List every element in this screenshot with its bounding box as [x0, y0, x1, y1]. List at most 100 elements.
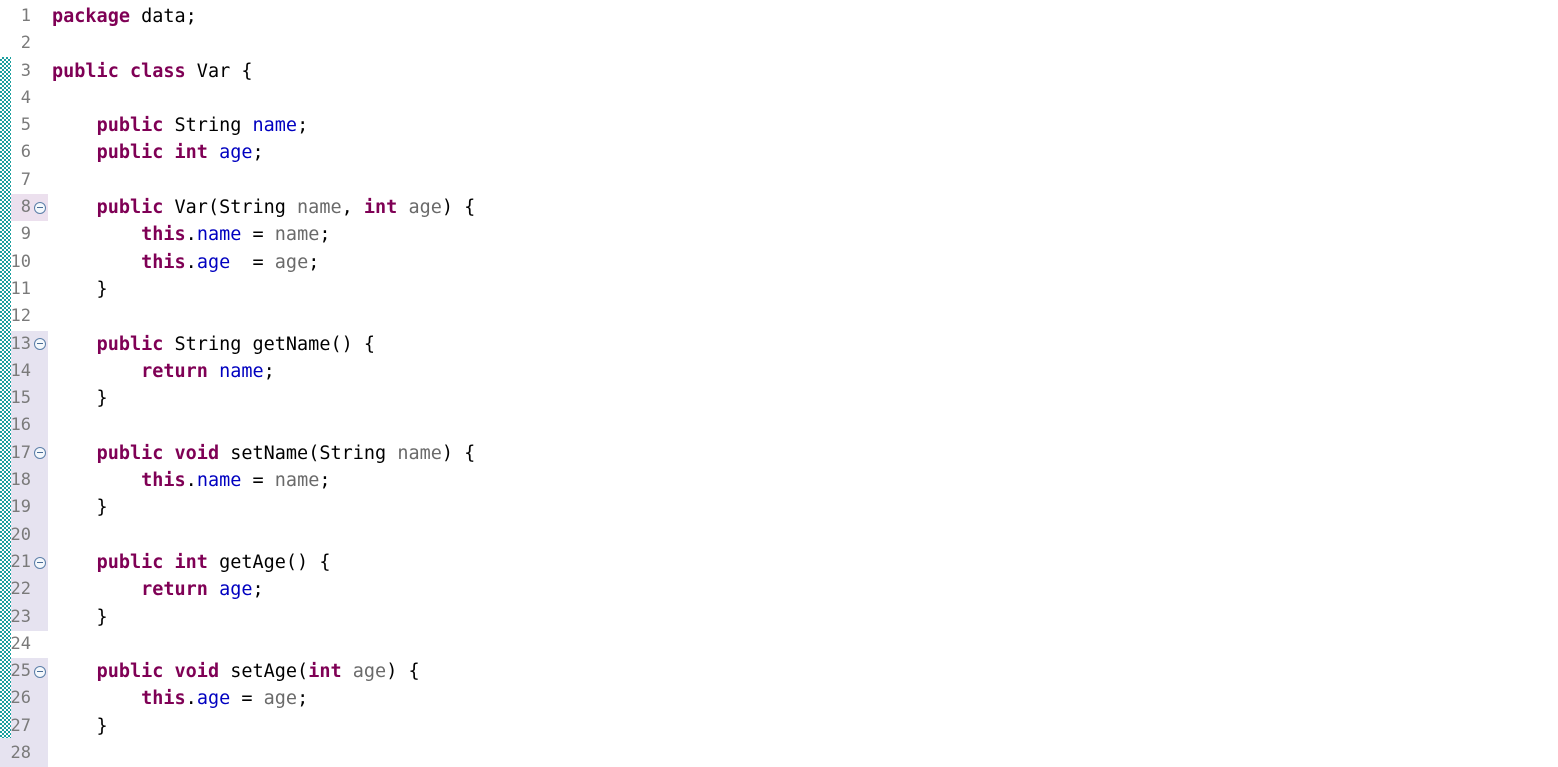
code-token: String — [163, 115, 253, 137]
code-token: Var(String — [163, 197, 298, 219]
code-token: String getName() { — [163, 333, 376, 355]
code-token: public — [52, 60, 119, 82]
code-token: ; — [319, 224, 331, 246]
code-token: . — [185, 251, 197, 273]
line-number-label: 14 — [10, 360, 31, 381]
code-token: ; — [308, 251, 320, 273]
code-text-area[interactable]: package data; public class Var { public … — [48, 0, 1558, 767]
code-line[interactable]: public String name; — [52, 112, 1558, 139]
code-line[interactable]: this.age = age; — [52, 685, 1558, 712]
code-token: ) { — [441, 197, 476, 219]
code-line[interactable]: } — [52, 385, 1558, 412]
line-number-label: 15 — [10, 388, 31, 409]
code-line[interactable]: } — [52, 604, 1558, 631]
line-number-label: 25 — [10, 661, 31, 682]
code-token: , — [341, 197, 364, 219]
line-number-label: 18 — [10, 470, 31, 491]
line-number-label: 11 — [10, 278, 31, 299]
line-number-label: 26 — [10, 688, 31, 709]
line-number-label: 16 — [10, 415, 31, 436]
code-editor[interactable]: 1 2 3 4 5 6 7 8 9 10 11 12 13 14 15 16 17 18 19 20 21 22 23 24 2… — [0, 0, 1558, 767]
code-token: } — [52, 715, 108, 737]
line-number-label: 1 — [20, 6, 31, 26]
code-token: name — [297, 197, 342, 219]
code-line[interactable]: public Var(String name, int age) { — [52, 194, 1558, 221]
code-token: ) { — [386, 661, 420, 683]
code-line[interactable] — [52, 303, 1558, 330]
line-number-label: 27 — [10, 715, 31, 736]
code-line[interactable]: public String getName() { — [52, 331, 1558, 358]
code-line[interactable]: this.name = name; — [52, 467, 1558, 494]
code-line[interactable] — [52, 631, 1558, 658]
code-token: this — [141, 224, 186, 246]
line-number[interactable]: 28 — [0, 740, 48, 767]
code-token: } — [52, 388, 108, 410]
code-token: return — [141, 579, 208, 601]
code-line[interactable]: public void setAge(int age) { — [52, 658, 1558, 685]
code-line[interactable]: package data; — [52, 3, 1558, 30]
line-number-label: 22 — [10, 579, 31, 600]
code-token: getAge() { — [207, 551, 331, 573]
code-token: } — [52, 497, 108, 519]
code-line[interactable] — [52, 412, 1558, 439]
code-line[interactable] — [52, 167, 1558, 194]
code-token: name — [196, 470, 242, 492]
code-token: name — [274, 470, 320, 492]
code-token: = — [241, 470, 275, 492]
code-token: int — [308, 661, 342, 683]
line-number-label: 2 — [20, 33, 31, 54]
code-token: void — [174, 661, 220, 683]
code-token: name — [252, 115, 298, 137]
code-token: = — [241, 224, 275, 246]
change-annotation-bar[interactable] — [0, 57, 11, 738]
code-line[interactable]: public class Var { — [52, 58, 1558, 85]
code-line[interactable] — [52, 30, 1558, 57]
code-token: this — [141, 251, 186, 273]
line-number-label: 28 — [10, 743, 31, 764]
code-line[interactable]: return name; — [52, 358, 1558, 385]
code-token: public — [96, 333, 164, 355]
code-line[interactable] — [52, 522, 1558, 549]
code-line[interactable]: public int getAge() { — [52, 549, 1558, 576]
code-token: name — [196, 224, 242, 246]
line-number-label: 24 — [10, 633, 31, 654]
code-token: } — [52, 278, 108, 300]
code-token: package — [52, 6, 130, 27]
line-number-label: 13 — [10, 333, 31, 354]
code-line[interactable]: public void setName(String name) { — [52, 440, 1558, 467]
line-number[interactable]: 1 — [0, 3, 48, 30]
code-token: ; — [297, 688, 309, 710]
fold-collapse-icon[interactable] — [34, 556, 46, 569]
line-number-label: 20 — [10, 524, 31, 545]
code-token: data; — [129, 6, 197, 27]
code-token: public — [96, 551, 164, 573]
code-token: int — [363, 197, 398, 219]
code-line[interactable]: this.age = age; — [52, 249, 1558, 276]
fold-collapse-icon[interactable] — [34, 201, 46, 214]
code-line[interactable] — [52, 740, 1558, 767]
code-token: age — [219, 579, 253, 601]
code-line[interactable]: } — [52, 276, 1558, 303]
fold-collapse-icon[interactable] — [34, 447, 46, 460]
fold-collapse-icon[interactable] — [34, 665, 46, 678]
line-number-label: 4 — [20, 87, 31, 108]
code-line[interactable]: } — [52, 713, 1558, 740]
code-line[interactable]: this.name = name; — [52, 221, 1558, 248]
line-number-label: 7 — [20, 169, 31, 190]
code-line[interactable]: } — [52, 494, 1558, 521]
code-line[interactable] — [52, 85, 1558, 112]
code-line[interactable]: public int age; — [52, 139, 1558, 166]
fold-collapse-icon[interactable] — [34, 338, 46, 351]
line-number[interactable]: 2 — [0, 30, 48, 57]
code-token: class — [129, 60, 186, 82]
code-line[interactable]: return age; — [52, 576, 1558, 603]
code-token: age — [219, 142, 253, 164]
